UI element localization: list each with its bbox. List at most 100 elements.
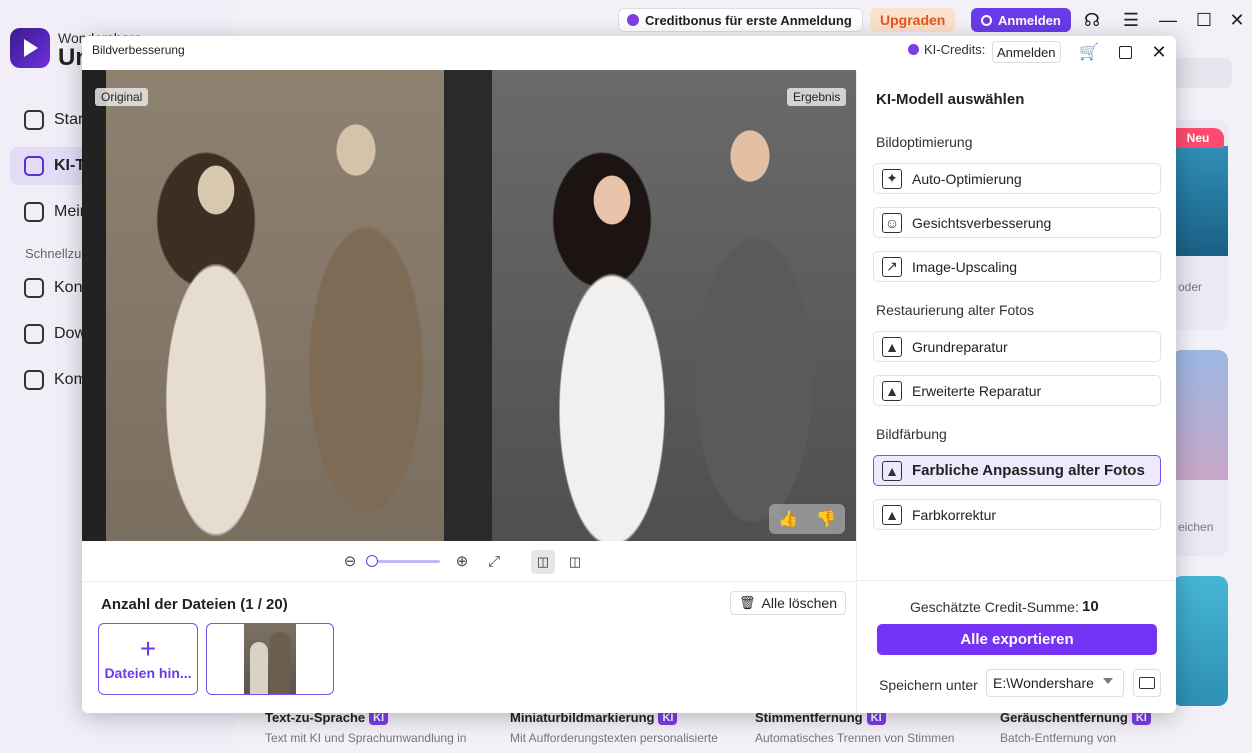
image-advanced-icon: ▲ <box>882 380 902 401</box>
save-location-label: Speichern unter <box>879 677 978 693</box>
export-all-button[interactable]: Alle exportieren <box>877 624 1157 655</box>
background-card[interactable] <box>1172 576 1228 706</box>
side-by-side-view-icon[interactable]: ◫ <box>531 550 555 574</box>
minimize-icon[interactable]: — <box>1156 8 1180 32</box>
tool-card-vocal-remover[interactable]: Stimmentfernung KI Automatisches Trennen … <box>755 710 987 745</box>
background-card[interactable] <box>1172 120 1228 330</box>
chevron-down-icon <box>1103 678 1113 684</box>
thumbs-up-icon[interactable]: 👍 <box>778 509 798 529</box>
panel-footer: Geschätzte Credit-Summe: 10 Alle exporti… <box>857 580 1176 713</box>
credit-bonus-button[interactable]: Creditbonus für erste Anmeldung <box>618 8 863 32</box>
tool-card-tts[interactable]: Text-zu-Sprache KI Text mit KI und Sprach… <box>265 710 497 745</box>
fullscreen-icon[interactable]: ⤢ <box>483 550 505 572</box>
colorize-old-photos-button[interactable]: ▲ Farbliche Anpassung alter Fotos <box>873 455 1161 486</box>
color-correction-button[interactable]: ▲ Farbkorrektur <box>873 499 1161 530</box>
tool-desc: Automatisches Trennen von Stimmen <box>755 731 955 745</box>
button-label: Gesichtsverbesserung <box>912 214 1052 231</box>
cart-icon[interactable]: 🛒 <box>1078 41 1100 63</box>
button-label: Image-Upscaling <box>912 258 1018 275</box>
trash-icon: 🗑 <box>739 595 756 610</box>
section-restore: Restaurierung alter Fotos <box>876 302 1034 318</box>
tool-desc: Batch-Entfernung von <box>1000 731 1117 745</box>
files-icon <box>24 202 44 222</box>
home-icon <box>24 110 44 130</box>
signin-button[interactable]: Anmelden <box>971 8 1071 32</box>
maximize-icon[interactable] <box>1114 41 1136 63</box>
section-color: Bildfärbung <box>876 426 947 442</box>
zoom-slider-handle[interactable] <box>366 555 378 567</box>
maximize-window-icon[interactable]: ☐ <box>1192 8 1216 32</box>
file-list-area: Anzahl der Dateien (1 / 20) 🗑 Alle lösch… <box>82 581 856 713</box>
credit-sum-value: 10 <box>1082 598 1099 615</box>
credit-icon <box>627 14 639 26</box>
credit-sum-label: Geschätzte Credit-Summe: <box>910 599 1079 615</box>
button-label: Auto-Optimierung <box>912 170 1022 187</box>
signin-label: Anmelden <box>998 12 1061 28</box>
image-colorize-icon: ▲ <box>882 460 902 481</box>
section-optimize: Bildoptimierung <box>876 134 973 150</box>
ki-credits: KI-Credits: <box>908 42 985 57</box>
tool-card-thumbnail[interactable]: Miniaturbildmarkierung KI Mit Aufforderun… <box>510 710 742 745</box>
button-label: Farbliche Anpassung alter Fotos <box>912 462 1145 479</box>
preview-divider <box>444 70 492 541</box>
file-count: Anzahl der Dateien (1 / 20) <box>101 596 288 613</box>
auto-optimize-button[interactable]: ✦ Auto-Optimierung <box>873 163 1161 194</box>
save-path-value: E:\Wondershare <box>993 675 1094 691</box>
app-logo-icon <box>10 28 50 68</box>
zoom-out-icon[interactable]: ⊖ <box>339 550 361 572</box>
file-thumbnail[interactable] <box>206 623 334 695</box>
face-icon: ☺ <box>882 212 902 233</box>
background-text: oder <box>1178 280 1203 294</box>
basic-repair-button[interactable]: ▲ Grundreparatur <box>873 331 1161 362</box>
headset-icon[interactable]: ☊ <box>1080 8 1104 32</box>
plus-icon: + <box>139 633 157 664</box>
folder-icon[interactable] <box>1133 669 1161 697</box>
split-compare-view-icon[interactable]: ◫ <box>563 550 587 574</box>
face-enhance-button[interactable]: ☺ Gesichtsverbesserung <box>873 207 1161 238</box>
tool-card-noise-removal[interactable]: Geräuschentfernung KI Batch-Entfernung vo… <box>1000 710 1232 745</box>
upgrade-button[interactable]: Upgraden <box>870 8 956 32</box>
convert-icon <box>24 278 44 298</box>
menu-icon[interactable]: ☰ <box>1119 8 1143 32</box>
credit-icon <box>908 44 919 55</box>
user-icon <box>981 14 992 26</box>
tool-desc: Text mit KI und Sprachumwandlung in <box>265 731 467 745</box>
clear-all-label: Alle löschen <box>761 595 838 611</box>
ki-credits-label: KI-Credits: <box>924 42 986 57</box>
add-files-button[interactable]: + Dateien hin... <box>98 623 198 695</box>
credit-bonus-label: Creditbonus für erste Anmeldung <box>645 12 852 28</box>
button-label: Farbkorrektur <box>912 506 997 523</box>
button-label: Erweiterte Reparatur <box>912 382 1042 399</box>
tool-desc: Mit Aufforderungstexten personalisierte <box>510 731 718 745</box>
upscale-icon: ↗ <box>882 256 902 277</box>
panel-title: KI-Modell auswählen <box>876 91 1025 108</box>
zoom-toolbar: ⊖ ⊕ ⤢ ◫ ◫ <box>82 541 856 581</box>
image-color-icon: ▲ <box>882 504 902 525</box>
save-location-select[interactable]: E:\Wondershare <box>986 669 1124 697</box>
background-text: eichen <box>1178 520 1214 534</box>
close-window-icon[interactable]: ✕ <box>1225 8 1249 32</box>
add-files-label: Dateien hin... <box>104 665 192 681</box>
image-repair-icon: ▲ <box>882 336 902 357</box>
close-icon[interactable]: ✕ <box>1148 41 1170 63</box>
result-tag: Ergebnis <box>787 88 847 106</box>
original-tag: Original <box>95 88 149 106</box>
new-badge: Neu <box>1172 128 1224 148</box>
magic-wand-icon: ✦ <box>882 168 902 189</box>
thumbs-down-icon[interactable]: 👎 <box>816 509 836 529</box>
result-image <box>492 70 856 541</box>
upscale-button[interactable]: ↗ Image-Upscaling <box>873 251 1161 282</box>
advanced-repair-button[interactable]: ▲ Erweiterte Reparatur <box>873 375 1161 406</box>
clear-all-button[interactable]: 🗑 Alle löschen <box>730 591 847 615</box>
ai-icon <box>24 156 44 176</box>
background-search-input[interactable] <box>1172 58 1232 88</box>
button-label: Grundreparatur <box>912 338 1008 355</box>
dialog-title: Bildverbesserung <box>92 43 185 57</box>
image-enhancer-dialog: Bildverbesserung KI-Credits: Anmelden 🛒 … <box>82 36 1176 713</box>
zoom-in-icon[interactable]: ⊕ <box>451 550 473 572</box>
original-image <box>106 70 444 541</box>
compress-icon <box>24 370 44 390</box>
feedback-bar: 👍 👎 <box>769 504 845 534</box>
dialog-signin-button[interactable]: Anmelden <box>992 41 1061 63</box>
image-preview: Original Ergebnis 👍 👎 <box>82 70 856 541</box>
